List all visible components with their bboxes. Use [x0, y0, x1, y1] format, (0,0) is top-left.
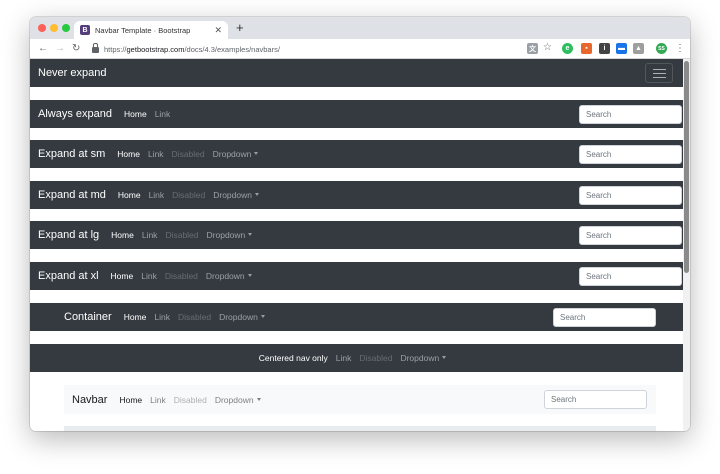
- nav-dropdown[interactable]: Dropdown: [219, 312, 265, 322]
- url-host: getbootstrap.com: [126, 44, 185, 54]
- nav-dropdown[interactable]: Dropdown: [213, 149, 259, 159]
- nav-link-home[interactable]: Home: [119, 395, 142, 405]
- search-input[interactable]: Search: [579, 225, 682, 245]
- navbar-brand[interactable]: Container: [64, 311, 112, 323]
- profile-avatar[interactable]: SS: [656, 43, 667, 54]
- search-input[interactable]: Search: [579, 104, 682, 124]
- nav-link-disabled: Disabled: [177, 312, 212, 322]
- url-field[interactable]: https:// getbootstrap.com /docs/4.3/exam…: [92, 42, 522, 56]
- nav-dropdown[interactable]: Dropdown: [207, 230, 253, 240]
- nav-link[interactable]: Link: [149, 190, 165, 200]
- extension-blue-icon[interactable]: ▬: [616, 43, 627, 54]
- navbar-expand-sm: Expand at sm Home Link Disabled Dropdown…: [30, 140, 683, 168]
- nav-link[interactable]: Link: [155, 109, 171, 119]
- nav-link-home[interactable]: Home: [124, 312, 147, 322]
- url-scheme: https://: [104, 44, 127, 54]
- hamburger-icon: [653, 69, 666, 70]
- bookmark-star-icon[interactable]: ☆: [543, 41, 552, 55]
- nav-link-home[interactable]: Home: [118, 190, 141, 200]
- nav-link-centered[interactable]: Centered nav only: [259, 353, 328, 363]
- page-scrollbar[interactable]: [683, 59, 690, 431]
- nav-link[interactable]: Link: [154, 312, 170, 322]
- extension-orange-icon[interactable]: ▪: [581, 43, 592, 54]
- navbar-brand[interactable]: Always expand: [38, 108, 112, 120]
- navbar-light: Navbar Home Link Disabled Dropdown Searc…: [64, 385, 656, 414]
- nav-link-home[interactable]: Home: [111, 230, 134, 240]
- new-tab-button[interactable]: +: [236, 21, 244, 35]
- evernote-extension-icon[interactable]: e: [562, 43, 573, 54]
- navbar-brand[interactable]: Never expand: [38, 67, 107, 79]
- navbar-toggler-button[interactable]: [645, 63, 673, 83]
- bootstrap-favicon-icon: B: [80, 25, 90, 35]
- close-tab-icon[interactable]: ✕: [214, 25, 222, 36]
- navbar-brand[interactable]: Expand at md: [38, 189, 106, 201]
- lock-icon: [92, 43, 99, 53]
- nav-dropdown[interactable]: Dropdown: [213, 190, 259, 200]
- nav-link-home[interactable]: Home: [124, 109, 147, 119]
- nav-link-disabled: Disabled: [173, 394, 207, 405]
- translate-icon[interactable]: 文: [527, 43, 538, 54]
- navbar-expand-lg: Expand at lg Home Link Disabled Dropdown…: [30, 221, 683, 249]
- navbar-brand[interactable]: Expand at sm: [38, 148, 105, 160]
- page-content: Never expand Always expand Home Link Sea…: [30, 59, 690, 431]
- nav-link[interactable]: Link: [148, 149, 164, 159]
- nav-dropdown[interactable]: Dropdown: [206, 271, 252, 281]
- tab-title: Navbar Template · Bootstrap: [95, 25, 191, 35]
- navbar-brand[interactable]: Expand at xl: [38, 270, 99, 282]
- search-input[interactable]: Search: [553, 307, 656, 327]
- minimize-window-button[interactable]: [50, 24, 58, 32]
- browser-tab[interactable]: B Navbar Template · Bootstrap ✕: [74, 21, 228, 39]
- tab-strip: B Navbar Template · Bootstrap ✕ +: [30, 17, 690, 39]
- extension-cloud-icon[interactable]: ▲: [633, 43, 644, 54]
- extension-dark-icon[interactable]: i: [599, 43, 610, 54]
- nav-link[interactable]: Link: [142, 230, 158, 240]
- search-input[interactable]: Search: [579, 185, 682, 205]
- navbar-brand[interactable]: Navbar: [72, 394, 107, 406]
- search-input[interactable]: Search: [579, 266, 682, 286]
- nav-dropdown[interactable]: Dropdown: [400, 353, 446, 363]
- maximize-window-button[interactable]: [62, 24, 70, 32]
- nav-link-disabled: Disabled: [171, 149, 205, 159]
- navbar-never-expand: Never expand: [30, 59, 683, 87]
- navbar-expand-xl: Expand at xl Home Link Disabled Dropdown…: [30, 262, 683, 290]
- navbar-expand-md: Expand at md Home Link Disabled Dropdown…: [30, 181, 683, 209]
- nav-link[interactable]: Link: [141, 271, 157, 281]
- nav-link[interactable]: Link: [336, 353, 352, 363]
- navbar-brand[interactable]: Expand at lg: [38, 229, 99, 241]
- browser-menu-icon[interactable]: ⋮: [675, 42, 685, 56]
- address-bar-row: ← → ↻ https:// getbootstrap.com /docs/4.…: [30, 39, 690, 59]
- search-input[interactable]: Search: [579, 144, 682, 164]
- nav-link-disabled: Disabled: [164, 271, 198, 281]
- forward-icon[interactable]: →: [55, 42, 65, 56]
- browser-window: B Navbar Template · Bootstrap ✕ + ← → ↻ …: [30, 17, 690, 431]
- nav-link-disabled: Disabled: [172, 190, 206, 200]
- nav-link-disabled: Disabled: [359, 353, 393, 363]
- navbar-always-expand: Always expand Home Link Search: [30, 100, 683, 128]
- url-path: /docs/4.3/examples/navbars/: [184, 44, 280, 54]
- back-icon[interactable]: ←: [38, 42, 48, 56]
- nav-link-home[interactable]: Home: [117, 149, 140, 159]
- nav-dropdown[interactable]: Dropdown: [215, 395, 261, 405]
- close-window-button[interactable]: [38, 24, 46, 32]
- nav-link[interactable]: Link: [150, 395, 166, 405]
- navbar-container: Container Home Link Disabled Dropdown Se…: [30, 303, 683, 331]
- reload-icon[interactable]: ↻: [72, 42, 80, 56]
- scrollbar-thumb[interactable]: [684, 61, 689, 273]
- jumbotron-edge: [64, 426, 656, 431]
- nav-link-disabled: Disabled: [165, 230, 199, 240]
- navbar-centered: Centered nav only Link Disabled Dropdown: [30, 344, 683, 372]
- nav-link-home[interactable]: Home: [111, 271, 134, 281]
- search-input[interactable]: Search: [544, 390, 647, 409]
